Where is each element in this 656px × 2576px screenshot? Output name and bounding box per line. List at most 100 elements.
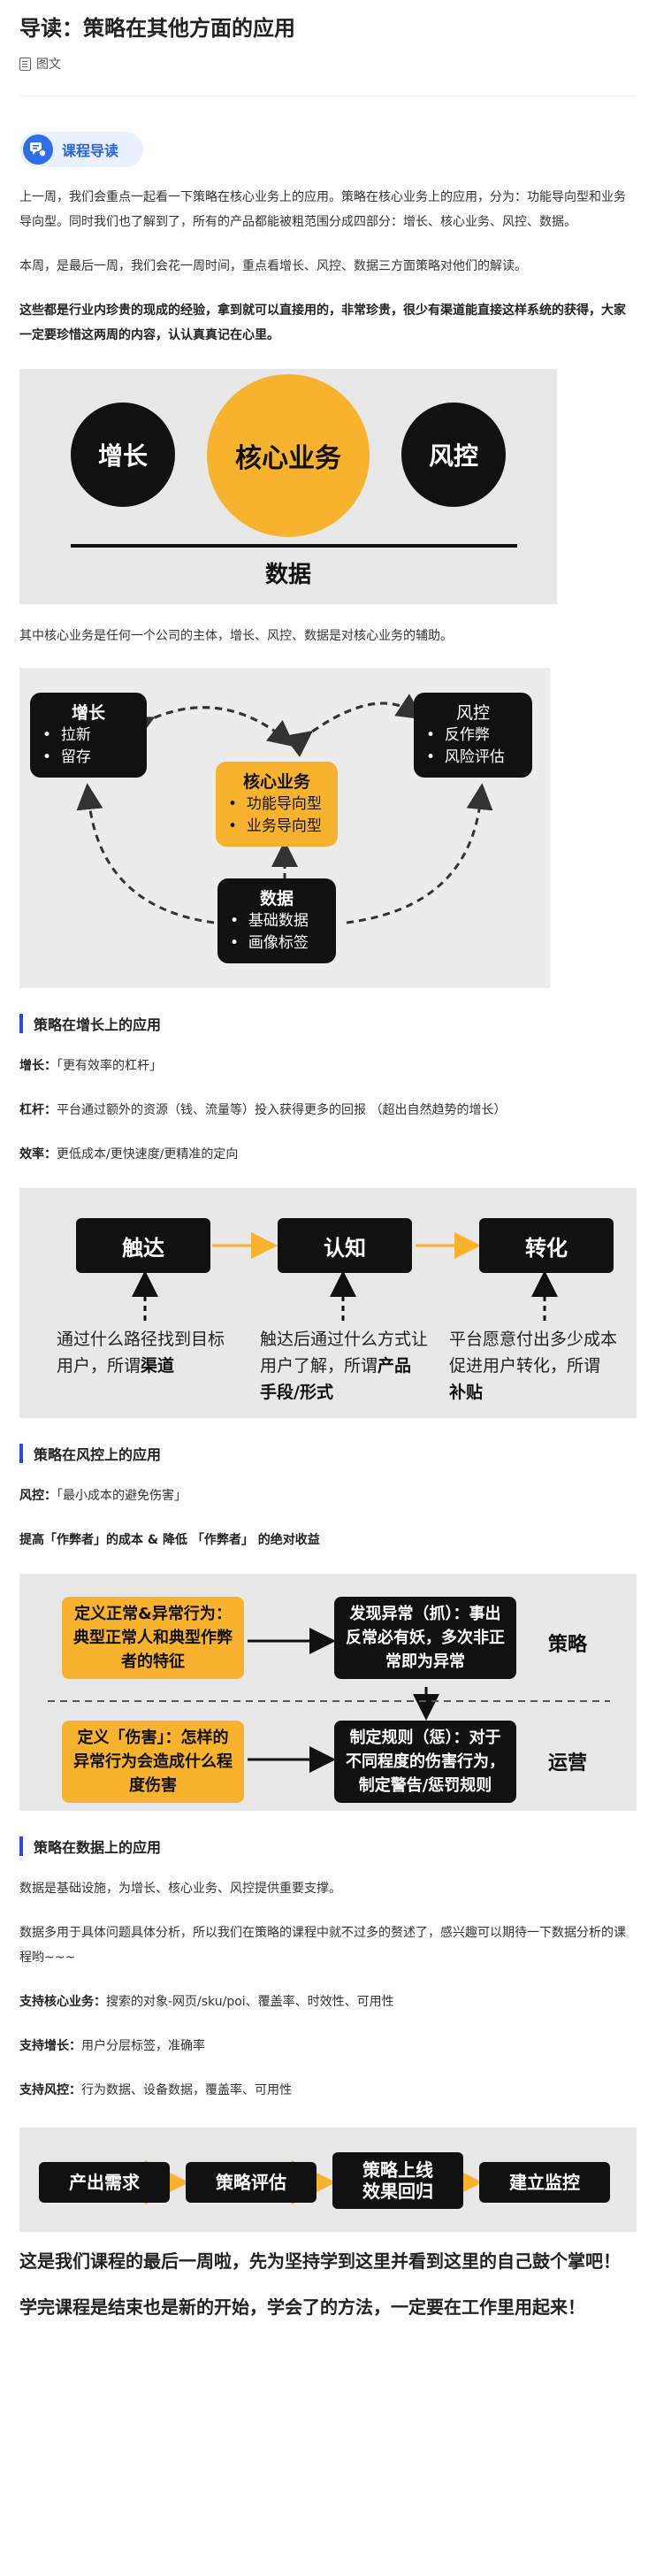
strategy-pipeline-figure: 产出需求 策略评估 策略上线 效果回归 建立监控 — [19, 2128, 637, 2232]
risk-definition: 风控：「最小成本的避免伤害」 — [19, 1484, 637, 1508]
strategy-label: 策略 — [548, 1634, 588, 1656]
data-item-1: • 基础数据 — [230, 912, 309, 930]
data-intro: 数据是基础设施，为增长、核心业务、风控提供重要支撑。 — [19, 1882, 341, 1896]
conversion-description-keyword: 补贴 — [449, 1383, 484, 1402]
growth-funnel-figure: 触达 认知 转化 通过什么路径找到目标用户，所谓渠道 触达后通过什么方式让用户了… — [19, 1188, 637, 1418]
growth-section-heading: 策略在增长上的应用 — [19, 1013, 637, 1034]
data-support-growth: 支持增长：用户分层标签，准确率 — [19, 2034, 637, 2058]
set-rules-box: 制定规则（惩）：对于不同程度的伤害行为，制定警告/惩罚规则 — [334, 1721, 516, 1803]
data-support-core: 支持核心业务：搜索的对象-网页/sku/poi、覆盖率、时效性、可用性 — [19, 1990, 637, 2014]
data-section-title: 策略在数据上的应用 — [34, 1839, 162, 1856]
growth-definition-key: 增长： — [19, 1059, 57, 1073]
detect-abnormal-box: 发现异常（抓）：事出反常必有妖，多次非正常即为异常 — [334, 1597, 516, 1679]
risk-goal: 提高「作弊者」的成本 & 降低 「作弊者」 的绝对收益 — [19, 1533, 320, 1547]
data-support-risk: 支持风控：行为数据、设备数据，覆盖率、可用性 — [19, 2078, 637, 2103]
pipeline-step-monitoring: 建立监控 — [479, 2162, 610, 2203]
core-business-box: 核心业务 • 功能导向型 • 业务导向型 — [216, 762, 338, 847]
define-harm-box: 定义「伤害」：怎样的异常行为会造成什么程度伤害 — [62, 1721, 244, 1803]
data-support-risk-value: 行为数据、设备数据，覆盖率、可用性 — [81, 2083, 292, 2097]
pipeline-step-requirement: 产出需求 — [39, 2162, 170, 2203]
growth-definition-value: 「更有效率的杠杆」 — [57, 1059, 162, 1073]
section-accent-bar — [19, 1444, 23, 1463]
reach-description-keyword: 渠道 — [141, 1356, 175, 1376]
core-item-1-text: 功能导向型 — [246, 795, 322, 813]
conversion-description-text: 平台愿意付出多少成本促进用户转化，所谓 — [449, 1330, 618, 1376]
efficiency-definition: 效率：更低成本/更快速度/更精准的定向 — [19, 1142, 637, 1167]
growth-item-2: • 留存 — [42, 748, 91, 766]
efficiency-definition-value: 更低成本/更快速度/更精准的定向 — [57, 1147, 239, 1162]
cognition-description: 触达后通过什么方式让用户了解，所谓产品手段/形式 — [260, 1326, 428, 1406]
article-type-label: 图文 — [36, 58, 61, 72]
growth-definition: 增长：「更有效率的杠杆」 — [19, 1054, 637, 1078]
badge-label: 课程导读 — [62, 142, 119, 159]
core-business-circle: 核心业务 — [207, 374, 370, 537]
data-label: 数据 — [264, 562, 311, 588]
intro-paragraph-2: 本周，是最后一周，我们会花一周时间，重点看增长、风控、数据三方面策略对他们的解读… — [19, 259, 527, 273]
growth-item-1-text: 拉新 — [60, 726, 91, 744]
data-foundation-line — [71, 544, 517, 548]
intro-paragraph-3: 这些都是行业内珍贵的现成的经验，拿到就可以直接用的，非常珍贵，很少有渠道能直接这… — [19, 303, 626, 342]
data-item-2: • 画像标签 — [230, 934, 309, 952]
article-body: 上一周，我们会重点一起看一下策略在核心业务上的应用。策略在核心业务上的应用，分为… — [0, 185, 656, 2320]
risk-section-title: 策略在风控上的应用 — [34, 1446, 162, 1463]
risk-definition-value: 「最小成本的避免伤害」 — [57, 1489, 187, 1503]
growth-item-1: • 拉新 — [42, 726, 91, 744]
data-box: 数据 • 基础数据 • 画像标签 — [217, 878, 336, 963]
growth-box-title: 增长 — [71, 703, 105, 723]
figure-caption: 其中核心业务是任何一个公司的主体，增长、风控、数据是对核心业务的辅助。 — [19, 629, 453, 643]
growth-section-title: 策略在增长上的应用 — [34, 1016, 162, 1033]
data-support-risk-key: 支持风控： — [19, 2083, 81, 2097]
efficiency-definition-key: 效率： — [19, 1147, 57, 1162]
data-support-growth-key: 支持增长： — [19, 2039, 81, 2053]
intro-paragraph-1: 上一周，我们会重点一起看一下策略在核心业务上的应用。策略在核心业务上的应用，分为… — [19, 190, 626, 229]
reach-step: 触达 — [76, 1218, 210, 1273]
risk-item-1: • 反作弊 — [426, 726, 490, 744]
core-item-2: • 业务导向型 — [228, 817, 322, 835]
data-item-2-text: 画像标签 — [248, 934, 309, 952]
core-item-2-text: 业务导向型 — [246, 817, 322, 835]
data-support-core-key: 支持核心业务： — [19, 1995, 106, 2009]
data-note: 数据多用于具体问题具体分析，所以我们在策略的课程中就不过多的赘述了，感兴趣可以期… — [19, 1926, 626, 1965]
page-title: 导读：策略在其他方面的应用 — [19, 16, 295, 41]
risk-definition-key: 风控： — [19, 1489, 57, 1503]
section-accent-bar — [19, 1014, 23, 1033]
cognition-step: 认知 — [278, 1218, 412, 1273]
relationship-diagram: 增长 • 拉新 • 留存 风控 • 反作弊 • 风险评估 核心业务 • 功能导向… — [19, 668, 550, 988]
document-icon — [19, 57, 31, 71]
risk-item-2-text: 风险评估 — [444, 748, 505, 766]
growth-item-2-text: 留存 — [60, 748, 91, 766]
chat-bubble-icon — [23, 134, 53, 165]
risk-control-figure: 定义正常&异常行为：典型正常人和典型作弊者的特征 发现异常（抓）：事出反常必有妖… — [19, 1574, 637, 1811]
leverage-definition-key: 杠杆： — [19, 1103, 57, 1117]
conversion-step: 转化 — [479, 1218, 614, 1273]
article-meta: 图文 — [19, 55, 637, 73]
pipeline-step-launch: 策略上线 效果回归 — [332, 2152, 463, 2209]
section-accent-bar — [19, 1836, 23, 1856]
growth-box: 增长 • 拉新 • 留存 — [30, 693, 147, 778]
define-abnormal-box: 定义正常&异常行为：典型正常人和典型作弊者的特征 — [62, 1597, 244, 1679]
risk-box: 风控 • 反作弊 • 风险评估 — [414, 693, 532, 778]
reach-description: 通过什么路径找到目标用户，所谓渠道 — [57, 1326, 225, 1379]
data-support-growth-value: 用户分层标签，准确率 — [81, 2039, 205, 2053]
leverage-definition-value: 平台通过额外的资源（钱、流量等）投入获得更多的回报 （超出自然趋势的增长） — [57, 1103, 507, 1117]
conversion-description: 平台愿意付出多少成本促进用户转化，所谓补贴 — [449, 1326, 617, 1406]
operations-label: 运营 — [548, 1752, 588, 1775]
data-item-1-text: 基础数据 — [248, 912, 309, 930]
closing-paragraph-2: 学完课程是结束也是新的开始，学会了的方法，一定要在工作里用起来！ — [19, 2296, 585, 2318]
risk-item-2: • 风险评估 — [426, 748, 505, 766]
core-box-title: 核心业务 — [242, 772, 310, 792]
business-structure-figure: 增长 核心业务 风控 数据 — [19, 369, 557, 604]
closing-paragraph-1: 这是我们课程的最后一周啦，先为坚持学到这里并看到这里的自己鼓个掌吧！ — [19, 2250, 621, 2272]
course-guide-badge: 课程导读 — [19, 132, 144, 167]
article-page: 导读：策略在其他方面的应用 图文 课程导读 上一周，我们会重点一起看一下策略在核… — [0, 0, 656, 2576]
data-box-title: 数据 — [259, 889, 294, 908]
data-section-heading: 策略在数据上的应用 — [19, 1836, 637, 1857]
data-support-core-value: 搜索的对象-网页/sku/poi、覆盖率、时效性、可用性 — [106, 1995, 394, 2009]
risk-section-heading: 策略在风控上的应用 — [19, 1443, 637, 1464]
risk-box-title: 风控 — [455, 703, 490, 723]
article-header: 导读：策略在其他方面的应用 图文 — [0, 0, 656, 73]
growth-circle: 增长 — [71, 402, 175, 507]
leverage-definition: 杠杆：平台通过额外的资源（钱、流量等）投入获得更多的回报 （超出自然趋势的增长） — [19, 1098, 637, 1123]
pipeline-step-evaluation: 策略评估 — [186, 2162, 317, 2203]
risk-control-circle: 风控 — [401, 402, 506, 507]
